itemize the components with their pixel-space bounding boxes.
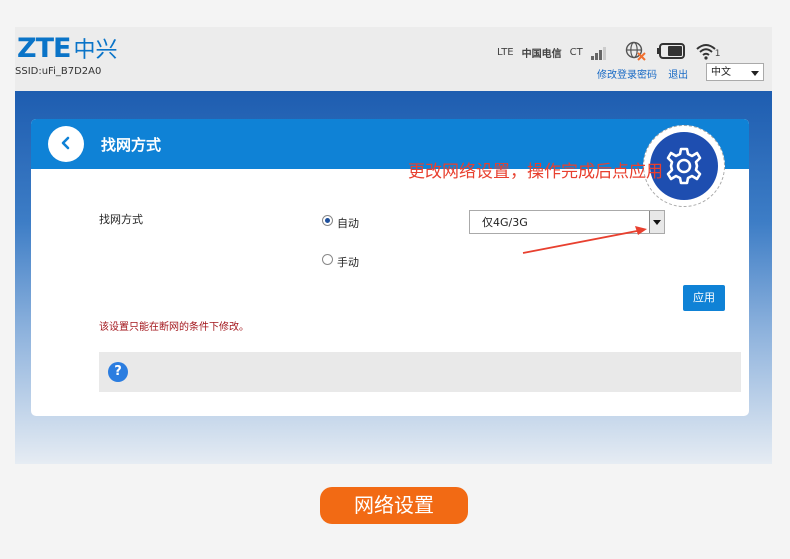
ssid-label: SSID:uFi_B7D2A0 <box>15 66 102 77</box>
warning-note: 该设置只能在断网的条件下修改。 <box>99 322 249 333</box>
caption-pill: 网络设置 <box>320 487 468 524</box>
radio-manual-label: 手动 <box>337 256 359 269</box>
wifi-icon: 1 <box>695 42 720 63</box>
carrier-name: 中国电信 <box>521 49 562 60</box>
zte-logo: ZTE 中兴 <box>17 32 118 64</box>
router-admin-page: ZTE 中兴 SSID:uFi_B7D2A0 LTE 中国电信 CT 1 修改登… <box>15 27 772 464</box>
chevron-down-icon <box>649 211 664 233</box>
logout-link[interactable]: 退出 <box>668 70 688 81</box>
logo-text: ZTE <box>17 32 71 64</box>
network-mode-value: 仅4G/3G <box>482 216 528 229</box>
card-title: 找网方式 <box>101 136 162 154</box>
header-links: 修改登录密码 退出 <box>597 66 696 81</box>
globe-icon <box>625 41 647 64</box>
top-header: ZTE 中兴 SSID:uFi_B7D2A0 LTE 中国电信 CT 1 修改登… <box>15 27 772 91</box>
wifi-client-count: 1 <box>714 49 721 59</box>
carrier-short: CT <box>569 47 583 58</box>
signal-icon <box>590 46 607 60</box>
instruction-annotation: 更改网络设置，操作完成后点应用 <box>408 162 663 182</box>
status-bar: LTE 中国电信 CT 1 <box>497 41 720 64</box>
battery-icon <box>656 43 685 62</box>
logo-cn: 中兴 <box>73 38 118 63</box>
language-value: 中文 <box>711 67 731 78</box>
field-label: 找网方式 <box>99 213 143 226</box>
change-password-link[interactable]: 修改登录密码 <box>597 70 657 81</box>
radio-manual[interactable] <box>322 254 333 265</box>
back-icon <box>59 135 73 154</box>
help-bar: ? <box>99 352 741 392</box>
help-icon[interactable]: ? <box>108 362 128 382</box>
apply-button[interactable]: 应用 <box>683 285 725 311</box>
network-type: LTE <box>497 47 514 58</box>
back-button[interactable] <box>48 126 84 162</box>
chevron-down-icon <box>751 71 759 76</box>
radio-auto-label: 自动 <box>337 217 359 230</box>
network-mode-select[interactable]: 仅4G/3G <box>469 210 665 234</box>
language-select[interactable]: 中文 <box>706 63 764 81</box>
radio-auto[interactable] <box>322 215 333 226</box>
